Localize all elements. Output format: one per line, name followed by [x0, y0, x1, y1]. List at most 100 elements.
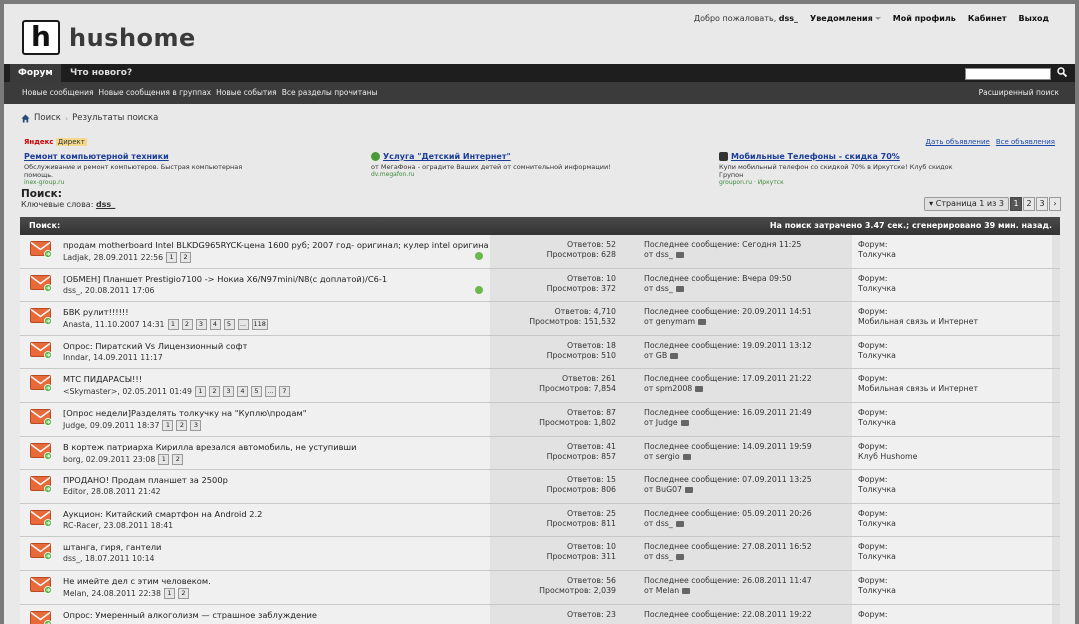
- thread-title-link[interactable]: [ОБМЕН] Планшет Prestigio7100 -> Нокиа X…: [63, 274, 387, 284]
- thread-page-link[interactable]: 1: [163, 587, 175, 599]
- forum-link[interactable]: Мобильная связь и Интернет: [858, 317, 1052, 327]
- last-poster-link[interactable]: Melan: [656, 586, 679, 595]
- logout-link[interactable]: Выход: [1019, 14, 1049, 23]
- go-to-post-icon[interactable]: [695, 386, 704, 393]
- new-posts-link[interactable]: Новые сообщения: [22, 82, 93, 104]
- thread-page-link[interactable]: ...: [237, 319, 249, 331]
- search-icon[interactable]: [1057, 67, 1067, 77]
- thread-title-link[interactable]: Аукцион: Китайский смартфон на Android 2…: [63, 509, 262, 519]
- page-number[interactable]: 2: [1023, 197, 1035, 211]
- last-poster-link[interactable]: sergio: [656, 452, 680, 461]
- keyword-link[interactable]: dss_: [96, 200, 115, 209]
- thread-page-link[interactable]: 1: [194, 386, 206, 398]
- thread-page-link[interactable]: 3: [222, 386, 234, 398]
- thread-page-link[interactable]: 2: [177, 587, 189, 599]
- thread-page-link[interactable]: ...: [264, 386, 276, 398]
- last-poster-link[interactable]: dss_: [656, 250, 673, 259]
- cabinet-link[interactable]: Кабинет: [968, 14, 1007, 23]
- view-count: 151,532: [583, 317, 616, 327]
- ad-title-link[interactable]: Услуга "Детский Интернет": [371, 152, 611, 161]
- advanced-search-link[interactable]: Расширенный поиск: [979, 82, 1059, 104]
- give-ad-link[interactable]: Дать объявление: [926, 138, 990, 146]
- last-poster-link[interactable]: dss_: [656, 284, 673, 293]
- ad-title-link[interactable]: Ремонт компьютерной техники: [24, 152, 264, 161]
- thread-page-link[interactable]: 3: [190, 419, 202, 431]
- thread-title-link[interactable]: В кортеж патриарха Кирилла врезался авто…: [63, 442, 357, 452]
- thread-page-link[interactable]: 1: [158, 453, 170, 465]
- notifications-link[interactable]: Уведомления: [810, 14, 881, 23]
- forum-link[interactable]: Толкучка: [858, 250, 1052, 260]
- page-menu-button[interactable]: ▾ Страница 1 из 3: [924, 197, 1009, 211]
- groupon-icon: [719, 152, 728, 161]
- go-to-post-icon[interactable]: [682, 587, 691, 594]
- ad-title-link[interactable]: Мобильные Телефоны - скидка 70%: [719, 152, 959, 161]
- tab-forum[interactable]: Форум: [10, 64, 61, 82]
- home-icon[interactable]: [21, 113, 30, 123]
- thread-title-link[interactable]: МТС ПИДАРАСЫ!!!: [63, 374, 142, 384]
- forum-link[interactable]: Толкучка: [858, 418, 1052, 428]
- go-to-post-icon[interactable]: [680, 419, 689, 426]
- thread-title-link[interactable]: ПРОДАНО! Продам планшет за 2500р: [63, 475, 228, 485]
- thread-page-link[interactable]: 2: [208, 386, 220, 398]
- thread-page-link[interactable]: 118: [251, 319, 268, 331]
- thread-title-link[interactable]: штанга, гиря, гантели: [63, 542, 161, 552]
- last-poster-link[interactable]: dss_: [656, 519, 673, 528]
- last-poster-link[interactable]: Judge: [656, 418, 678, 427]
- profile-link[interactable]: Мой профиль: [893, 14, 956, 23]
- forum-link[interactable]: Мобильная связь и Интернет: [858, 384, 1052, 394]
- thread-page-link[interactable]: 1: [162, 419, 174, 431]
- new-group-posts-link[interactable]: Новые сообщения в группах: [98, 82, 211, 104]
- yandex-direct-label[interactable]: Яндекс Директ: [24, 138, 87, 146]
- all-ads-link[interactable]: Все объявления: [996, 138, 1055, 146]
- breadcrumb-search[interactable]: Поиск: [34, 113, 61, 123]
- forum-link[interactable]: Толкучка: [858, 351, 1052, 361]
- new-events-link[interactable]: Новые события: [216, 82, 277, 104]
- thread-page-link[interactable]: 5: [250, 386, 262, 398]
- thread-title-link[interactable]: БВК рулит!!!!!!: [63, 307, 129, 317]
- thread-page-link[interactable]: 2: [180, 252, 192, 263]
- forum-link[interactable]: Толкучка: [858, 552, 1052, 562]
- thread-cell: ПРОДАНО! Продам планшет за 2500р Editor, …: [20, 470, 490, 503]
- go-to-post-icon[interactable]: [675, 252, 684, 258]
- go-to-post-icon[interactable]: [685, 487, 694, 494]
- thread-page-link[interactable]: 5: [223, 319, 235, 331]
- last-poster-link[interactable]: spm2008: [656, 384, 692, 393]
- thread-page-link[interactable]: 4: [236, 386, 248, 398]
- go-to-post-icon[interactable]: [675, 285, 684, 292]
- thread-page-link[interactable]: 2: [176, 419, 188, 431]
- thread-page-link[interactable]: 1: [167, 319, 179, 331]
- forum-link[interactable]: Толкучка: [858, 586, 1052, 596]
- thread-title-link[interactable]: Опрос: Умеренный алкоголизм — страшное з…: [63, 610, 317, 620]
- page-number[interactable]: 1: [1010, 197, 1022, 211]
- go-to-post-icon[interactable]: [698, 319, 707, 326]
- thread-page-link[interactable]: 3: [195, 319, 207, 331]
- username-link[interactable]: dss_: [779, 14, 798, 23]
- page-number[interactable]: 3: [1036, 197, 1048, 211]
- last-poster-link[interactable]: GB: [656, 351, 667, 360]
- thread-page-link[interactable]: 2: [181, 319, 193, 331]
- thread-page-link[interactable]: 1: [166, 252, 178, 263]
- next-page-button[interactable]: ›: [1049, 197, 1061, 211]
- thread-title-link[interactable]: продам motherboard Intel BLKDG965RYCK-це…: [63, 240, 488, 250]
- tab-whats-new[interactable]: Что нового?: [62, 64, 140, 82]
- site-logo[interactable]: h hushome: [22, 20, 196, 55]
- thread-page-link[interactable]: 4: [209, 319, 221, 331]
- forum-link[interactable]: Клуб Hushome: [858, 452, 1052, 462]
- mark-all-read-link[interactable]: Все разделы прочитаны: [282, 82, 378, 104]
- forum-link[interactable]: Толкучка: [858, 485, 1052, 495]
- thread-page-link[interactable]: 7: [278, 386, 290, 398]
- thread-title-link[interactable]: Не имейте дел с этим человеком.: [63, 576, 211, 586]
- forum-link[interactable]: Толкучка: [858, 519, 1052, 529]
- thread-title-link[interactable]: Опрос: Пиратский Vs Лицензионный софт: [63, 341, 247, 351]
- search-input[interactable]: [965, 68, 1051, 80]
- go-to-post-icon[interactable]: [675, 554, 684, 561]
- thread-title-link[interactable]: [Опрос недели]Разделять толкучку на "Куп…: [63, 408, 307, 418]
- go-to-post-icon[interactable]: [670, 352, 679, 359]
- thread-page-link[interactable]: 2: [172, 453, 184, 465]
- go-to-post-icon[interactable]: [675, 520, 684, 527]
- go-to-post-icon[interactable]: [682, 453, 691, 460]
- last-poster-link[interactable]: dss_: [656, 552, 673, 561]
- last-poster-link[interactable]: genymam: [656, 317, 695, 326]
- last-poster-link[interactable]: BuG07: [656, 485, 682, 494]
- forum-link[interactable]: Толкучка: [858, 284, 1052, 294]
